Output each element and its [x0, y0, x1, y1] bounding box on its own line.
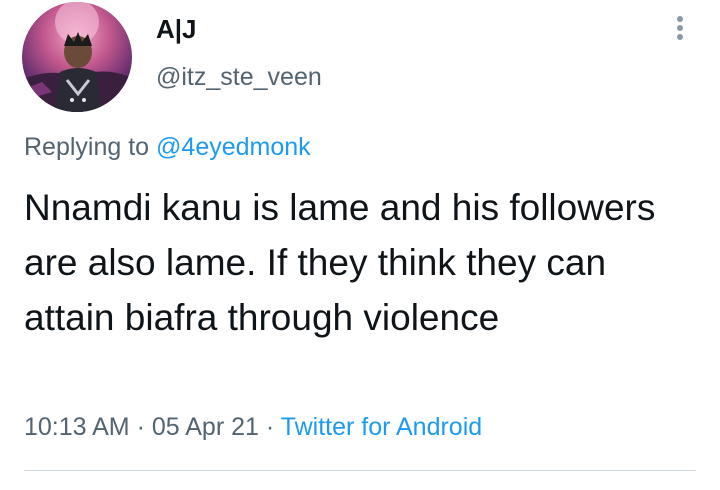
tweet-date[interactable]: 05 Apr 21 [152, 413, 259, 441]
more-options-icon[interactable] [672, 16, 688, 46]
dot [677, 25, 683, 31]
user-handle[interactable]: @itz_ste_veen [156, 62, 322, 92]
dot [677, 16, 683, 22]
tweet-source-link[interactable]: Twitter for Android [281, 413, 482, 441]
divider [24, 470, 696, 471]
tweet-meta: 10:13 AM · 05 Apr 21 · Twitter for Andro… [24, 412, 482, 442]
tweet-text: Nnamdi kanu is lame and his followers ar… [24, 187, 656, 338]
meta-separator: · [265, 413, 275, 441]
replying-to-handle-link[interactable]: @4eyedmonk [156, 133, 311, 161]
avatar-image [22, 2, 132, 112]
replying-to-label: Replying to [24, 133, 150, 161]
meta-separator: · [136, 413, 145, 441]
replying-to-line: Replying to @4eyedmonk [24, 132, 311, 162]
tweet: A|J @itz_ste_veen Replying to @4eyedmonk… [0, 0, 720, 490]
avatar[interactable] [22, 2, 132, 112]
tweet-time[interactable]: 10:13 AM [24, 413, 130, 441]
display-name[interactable]: A|J [156, 14, 197, 44]
dot [677, 34, 683, 40]
